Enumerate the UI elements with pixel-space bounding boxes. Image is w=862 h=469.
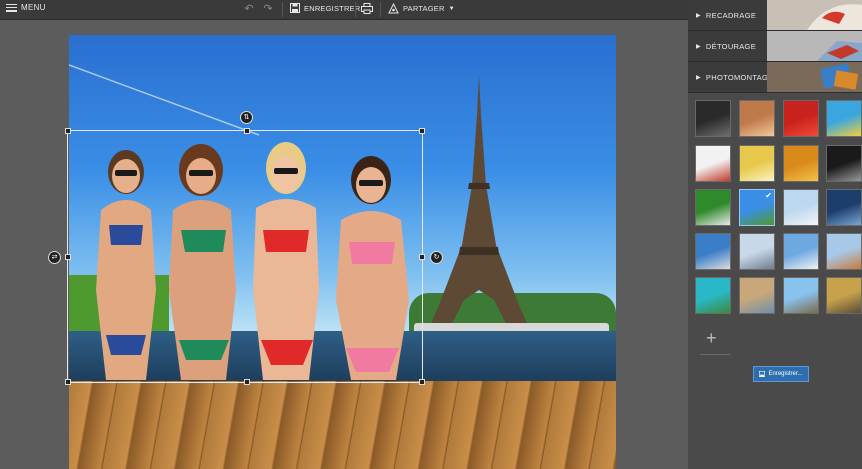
thumbnail-tropical-island[interactable]	[695, 277, 731, 314]
thumbnail-harbor[interactable]	[695, 233, 731, 270]
share-icon	[388, 3, 399, 14]
resize-handle-bottom-left[interactable]	[65, 379, 71, 385]
accordion-label: RECADRAGE	[705, 11, 757, 20]
resize-handle-right[interactable]	[419, 254, 425, 260]
accordion-photomontage[interactable]: ▶ PHOTOMONTAGE ↺	[688, 62, 862, 93]
chevron-down-icon: ▼	[448, 5, 455, 12]
chevron-right-icon: ▶	[696, 13, 701, 19]
sidebar-save-label: Enregistrer...	[768, 371, 803, 377]
thumbnail-eiffel-day[interactable]	[783, 277, 819, 314]
thumbnail-venice[interactable]	[739, 277, 775, 314]
resize-handle-bottom[interactable]	[244, 379, 250, 385]
save-button[interactable]: ENREGISTRER	[290, 3, 360, 13]
thumbnail-comic-bubbles[interactable]	[826, 100, 862, 137]
thumbnail-sunset-heart[interactable]	[739, 100, 775, 137]
toolbar-divider	[355, 2, 356, 17]
thumbnail-city-skyline[interactable]	[826, 233, 862, 270]
cutout-preview-image	[767, 31, 862, 61]
share-label: PARTAGER	[403, 4, 445, 13]
thumbnail-golden-glow[interactable]	[783, 145, 819, 182]
crop-preview-image	[767, 0, 862, 30]
chevron-right-icon: ▶	[696, 44, 701, 50]
thumbnail-eiffel-selected[interactable]: ✔	[739, 189, 775, 226]
hamburger-icon	[6, 3, 17, 12]
add-icon[interactable]: +	[706, 328, 717, 349]
resize-handle-bottom-right[interactable]	[419, 379, 425, 385]
thumbnail-dark-fire[interactable]	[826, 145, 862, 182]
thumbnail-winter-trees[interactable]	[739, 233, 775, 270]
thumbnail-red-heart[interactable]	[783, 100, 819, 137]
print-button[interactable]	[361, 3, 373, 14]
resize-handle-top-right[interactable]	[419, 128, 425, 134]
thumbnail-ny-street[interactable]	[826, 277, 862, 314]
save-label: ENREGISTRER	[304, 3, 361, 13]
accordion-label: DÉTOURAGE	[705, 42, 756, 51]
chevron-down-icon: ▶	[696, 75, 701, 81]
rotate-icon[interactable]: ↻	[430, 251, 443, 264]
share-button[interactable]: PARTAGER ▼	[388, 3, 455, 14]
sidebar-save-button[interactable]: Enregistrer...	[753, 366, 809, 382]
wooden-deck	[69, 381, 616, 469]
thumbnail-cow-meadow[interactable]	[695, 189, 731, 226]
divider	[700, 354, 730, 355]
thumbnail-snow-mountains[interactable]	[783, 233, 819, 270]
montage-preview-image	[767, 62, 862, 92]
menu-label: MENU	[21, 3, 46, 12]
menu-button[interactable]: MENU	[6, 3, 46, 12]
thumbnail-city-night[interactable]	[826, 189, 862, 226]
layer-selection-box[interactable]: ⇅ ⇄ ↻	[48, 111, 443, 385]
accordion-detourage[interactable]: ▶ DÉTOURAGE	[688, 31, 862, 62]
undo-icon[interactable]: ↶	[242, 2, 256, 16]
printer-icon	[361, 3, 373, 14]
toolbar-divider	[380, 2, 381, 17]
checkmark-icon: ✔	[765, 191, 772, 200]
top-toolbar: MENU ↶ ↷ ENREGISTRER PARTAGER ▼	[0, 0, 688, 20]
accordion-label: PHOTOMONTAGE	[705, 73, 774, 82]
thumbnail-moon-dark[interactable]	[695, 100, 731, 137]
thumbnail-snowman[interactable]	[783, 189, 819, 226]
flip-vertical-icon[interactable]: ⇅	[240, 111, 253, 124]
accordion-recadrage[interactable]: ▶ RECADRAGE	[688, 0, 862, 31]
floppy-disk-icon	[290, 3, 300, 13]
resize-handle-top[interactable]	[244, 128, 250, 134]
thumbnail-yellow-minion[interactable]	[739, 145, 775, 182]
resize-handle-left[interactable]	[65, 254, 71, 260]
resize-handle-top-left[interactable]	[65, 128, 71, 134]
flip-horizontal-icon[interactable]: ⇄	[48, 251, 61, 264]
floppy-disk-icon	[759, 371, 766, 377]
eiffel-tower	[426, 75, 532, 335]
redo-icon[interactable]: ↷	[261, 2, 275, 16]
thumbnail-white-splash[interactable]	[695, 145, 731, 182]
toolbar-divider	[282, 2, 283, 17]
